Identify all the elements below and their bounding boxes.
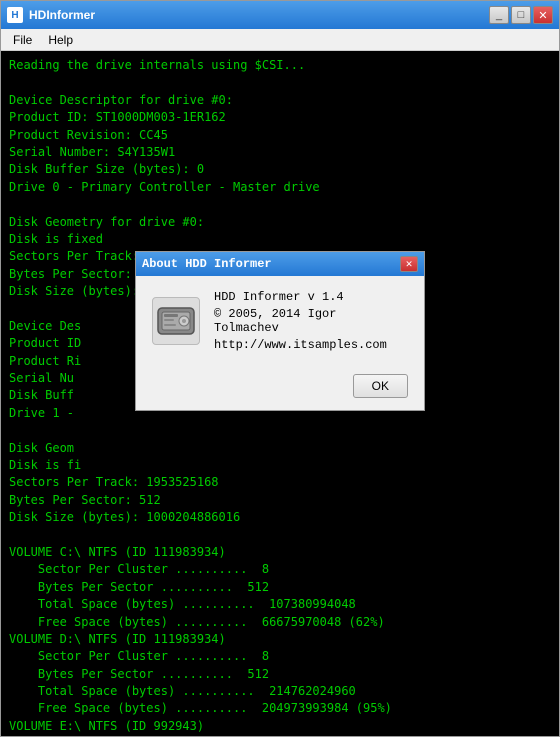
dialog-overlay: About HDD Informer ✕ xyxy=(1,51,559,736)
terminal-output: Reading the drive internals using $CSI..… xyxy=(1,51,559,736)
app-icon: H xyxy=(7,7,23,23)
dialog-body: HDD Informer v 1.4 © 2005, 2014 Igor Tol… xyxy=(136,276,424,366)
menu-bar: File Help xyxy=(1,29,559,51)
hdd-svg-icon xyxy=(156,304,196,338)
dialog-title: About HDD Informer xyxy=(142,257,400,271)
title-bar: H HDInformer _ □ ✕ xyxy=(1,1,559,29)
dialog-footer: OK xyxy=(136,366,424,410)
title-bar-buttons: _ □ ✕ xyxy=(489,6,553,24)
dialog-info: HDD Informer v 1.4 © 2005, 2014 Igor Tol… xyxy=(214,290,408,352)
about-dialog: About HDD Informer ✕ xyxy=(135,251,425,411)
app-logo xyxy=(152,297,200,345)
dialog-title-bar: About HDD Informer ✕ xyxy=(136,252,424,276)
menu-help[interactable]: Help xyxy=(40,31,81,49)
menu-file[interactable]: File xyxy=(5,31,40,49)
app-name-label: HDD Informer v 1.4 xyxy=(214,290,408,304)
window-title: HDInformer xyxy=(29,8,489,22)
website-label: http://www.itsamples.com xyxy=(214,338,408,352)
maximize-button[interactable]: □ xyxy=(511,6,531,24)
main-window: H HDInformer _ □ ✕ File Help Reading the… xyxy=(0,0,560,737)
close-button[interactable]: ✕ xyxy=(533,6,553,24)
ok-button[interactable]: OK xyxy=(353,374,408,398)
minimize-button[interactable]: _ xyxy=(489,6,509,24)
dialog-close-button[interactable]: ✕ xyxy=(400,256,418,272)
copyright-label: © 2005, 2014 Igor Tolmachev xyxy=(214,307,408,335)
